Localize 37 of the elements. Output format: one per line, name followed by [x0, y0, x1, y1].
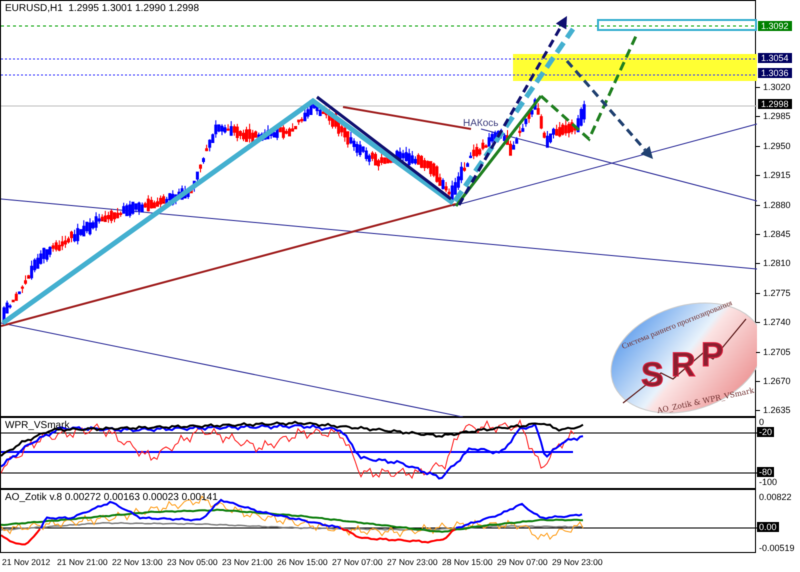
price-tick-label: 1.2950 — [759, 140, 791, 152]
price-tick-label: 1.2635 — [759, 405, 791, 416]
time-axis-label: 26 Nov 15:00 — [277, 557, 328, 568]
chart-title: EURUSD,H1 1.2995 1.3001 1.2990 1.2998 — [5, 3, 200, 14]
price-tick-label: 1.2810 — [759, 258, 791, 270]
price-marker: 1.3092 — [757, 20, 793, 32]
price-marker: 1.3036 — [757, 67, 793, 79]
indicator-axis-label: 0.00822 — [758, 492, 793, 502]
time-axis-label: 21 Nov 2012 — [2, 557, 52, 568]
annotation-label: НАКось — [463, 118, 498, 129]
indicator-axis-label: -100 — [758, 477, 778, 487]
time-axis-label: 29 Nov 07:00 — [497, 557, 548, 568]
price-tick-label: 1.2740 — [759, 317, 791, 328]
time-axis-label: 23 Nov 05:00 — [167, 557, 218, 568]
time-axis-label: 21 Nov 21:00 — [57, 557, 108, 568]
price-tick-label: 1.2775 — [759, 288, 791, 299]
indicator-title: WPR_VSmark — [5, 420, 70, 431]
time-axis-label: 23 Nov 21:00 — [222, 557, 273, 568]
indicator-axis-label: 0 — [758, 417, 766, 427]
price-tick-label: 1.2845 — [759, 229, 791, 240]
time-axis-label: 27 Nov 07:00 — [332, 557, 383, 568]
indicator-axis-label: 0.00 — [757, 522, 779, 532]
price-marker: 1.3054 — [757, 52, 793, 64]
time-axis-label: 28 Nov 15:00 — [442, 557, 493, 568]
price-tick-label: 1.2705 — [759, 346, 791, 358]
price-tick-label: 1.2915 — [759, 170, 791, 182]
time-axis-label: 27 Nov 23:00 — [387, 557, 438, 568]
time-axis-label: 22 Nov 13:00 — [112, 557, 163, 568]
price-tick-label: 1.2880 — [759, 200, 791, 211]
price-tick-label: 1.2985 — [759, 111, 791, 122]
indicator-axis-label: -0.00519 — [758, 543, 796, 553]
indicator-axis-label: -20 — [757, 427, 774, 437]
price-tick-label: 1.3020 — [759, 82, 791, 93]
price-marker: 1.2998 — [757, 98, 793, 110]
price-tick-label: 1.2670 — [759, 376, 791, 387]
time-axis-label: 29 Nov 23:00 — [552, 557, 603, 568]
indicator-axis-label: -80 — [757, 467, 774, 477]
